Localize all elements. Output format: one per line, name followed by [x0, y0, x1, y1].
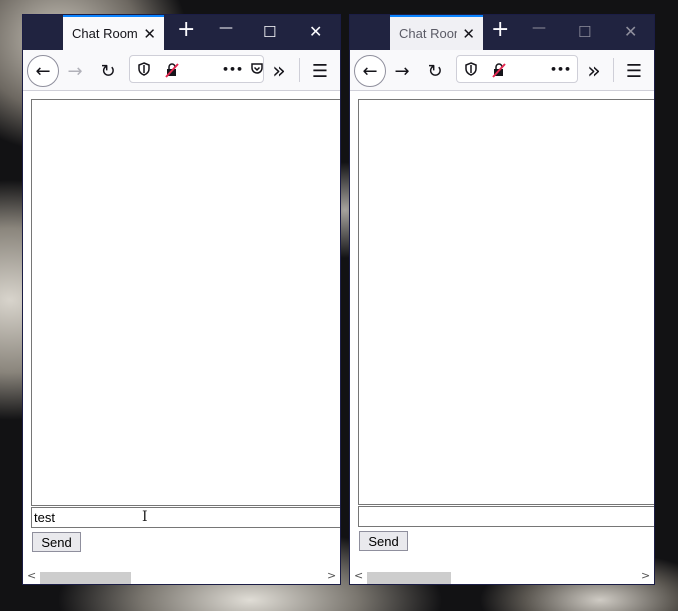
navigation-toolbar: ← → ↻ ••• » ☰: [23, 50, 340, 91]
hamburger-menu-icon: ☰: [625, 60, 643, 82]
scroll-right-icon[interactable]: >: [327, 569, 336, 582]
app-menu-button[interactable]: ☰: [306, 57, 334, 85]
browser-window-left: Chat Room ✕ + — ☐ ✕ ← → ↻ ••• » ☰ I: [23, 15, 340, 584]
hamburger-menu-icon: ☰: [311, 60, 329, 82]
url-bar[interactable]: •••: [129, 55, 264, 83]
tab-title: Chat Room: [399, 26, 457, 41]
title-bar: Chat Room ✕ + — ☐ ✕: [350, 15, 654, 50]
scroll-left-icon[interactable]: <: [27, 569, 36, 582]
send-button[interactable]: Send: [32, 532, 81, 552]
back-button[interactable]: ←: [27, 55, 59, 87]
chat-log[interactable]: [31, 99, 340, 506]
back-arrow-icon: ←: [35, 60, 51, 82]
scroll-left-icon[interactable]: <: [354, 569, 363, 582]
message-input[interactable]: [358, 506, 654, 527]
tab-chat-room[interactable]: Chat Room ✕: [63, 15, 164, 50]
forward-arrow-icon: →: [67, 60, 83, 82]
overflow-button[interactable]: »: [265, 57, 293, 85]
maximize-icon[interactable]: ☐: [263, 22, 276, 42]
page-actions-more-icon[interactable]: •••: [550, 63, 571, 76]
tracking-protection-shield-icon[interactable]: [465, 62, 477, 80]
forward-arrow-icon: →: [394, 60, 410, 82]
minimize-icon[interactable]: —: [532, 18, 546, 38]
toolbar-divider: [299, 58, 300, 82]
tab-title: Chat Room: [72, 26, 138, 41]
reload-button[interactable]: ↻: [421, 57, 449, 85]
title-bar: Chat Room ✕ + — ☐ ✕: [23, 15, 340, 50]
reload-icon: ↻: [100, 60, 116, 82]
new-tab-icon[interactable]: +: [177, 19, 195, 41]
close-window-icon[interactable]: ✕: [309, 22, 322, 42]
forward-button[interactable]: →: [388, 57, 416, 85]
horizontal-scrollbar[interactable]: < >: [23, 568, 340, 584]
reload-button[interactable]: ↻: [94, 57, 122, 85]
url-bar[interactable]: •••: [456, 55, 578, 83]
browser-window-right: Chat Room ✕ + — ☐ ✕ ← → ↻ ••• » ☰ Send <: [350, 15, 654, 584]
scroll-right-icon[interactable]: >: [641, 569, 650, 582]
navigation-toolbar: ← → ↻ ••• » ☰: [350, 50, 654, 91]
horizontal-scrollbar[interactable]: < >: [350, 568, 654, 584]
overflow-button[interactable]: »: [580, 57, 608, 85]
insecure-connection-icon[interactable]: [491, 62, 507, 82]
tab-chat-room[interactable]: Chat Room ✕: [390, 15, 483, 50]
close-tab-icon[interactable]: ✕: [143, 25, 156, 43]
maximize-icon[interactable]: ☐: [578, 22, 591, 42]
tracking-protection-shield-icon[interactable]: [138, 62, 150, 80]
forward-button[interactable]: →: [61, 57, 89, 85]
pocket-icon[interactable]: [250, 62, 264, 80]
back-button[interactable]: ←: [354, 55, 386, 87]
chat-log[interactable]: [358, 99, 654, 505]
text-cursor-icon: I: [142, 509, 148, 525]
reload-icon: ↻: [427, 60, 443, 82]
toolbar-divider: [613, 58, 614, 82]
page-content: I Send < >: [23, 91, 340, 584]
new-tab-icon[interactable]: +: [491, 19, 509, 41]
message-input[interactable]: [31, 507, 340, 528]
overflow-chevron-icon: »: [587, 58, 601, 84]
insecure-connection-icon[interactable]: [164, 62, 180, 82]
send-button[interactable]: Send: [359, 531, 408, 551]
close-tab-icon[interactable]: ✕: [462, 25, 475, 43]
close-window-icon[interactable]: ✕: [624, 22, 637, 42]
scrollbar-thumb[interactable]: [367, 572, 451, 584]
page-actions-more-icon[interactable]: •••: [222, 63, 243, 76]
page-content: Send < >: [350, 91, 654, 584]
back-arrow-icon: ←: [362, 60, 378, 82]
app-menu-button[interactable]: ☰: [620, 57, 648, 85]
overflow-chevron-icon: »: [272, 58, 286, 84]
scrollbar-thumb[interactable]: [40, 572, 131, 584]
minimize-icon[interactable]: —: [219, 18, 233, 38]
